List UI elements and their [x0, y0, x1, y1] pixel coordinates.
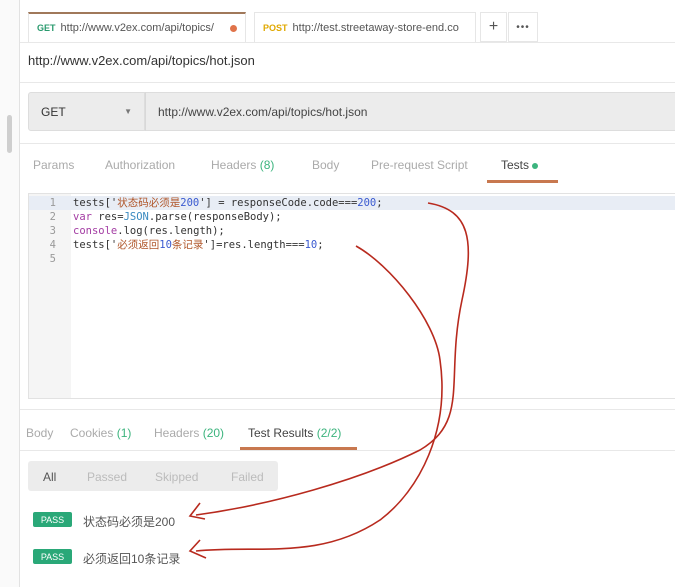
annotation-arrows [188, 202, 470, 559]
annotation-arrow [195, 202, 470, 516]
annotation-arrow [195, 245, 443, 552]
annotation-arrowhead [188, 502, 206, 520]
annotation-arrowhead [188, 539, 207, 559]
